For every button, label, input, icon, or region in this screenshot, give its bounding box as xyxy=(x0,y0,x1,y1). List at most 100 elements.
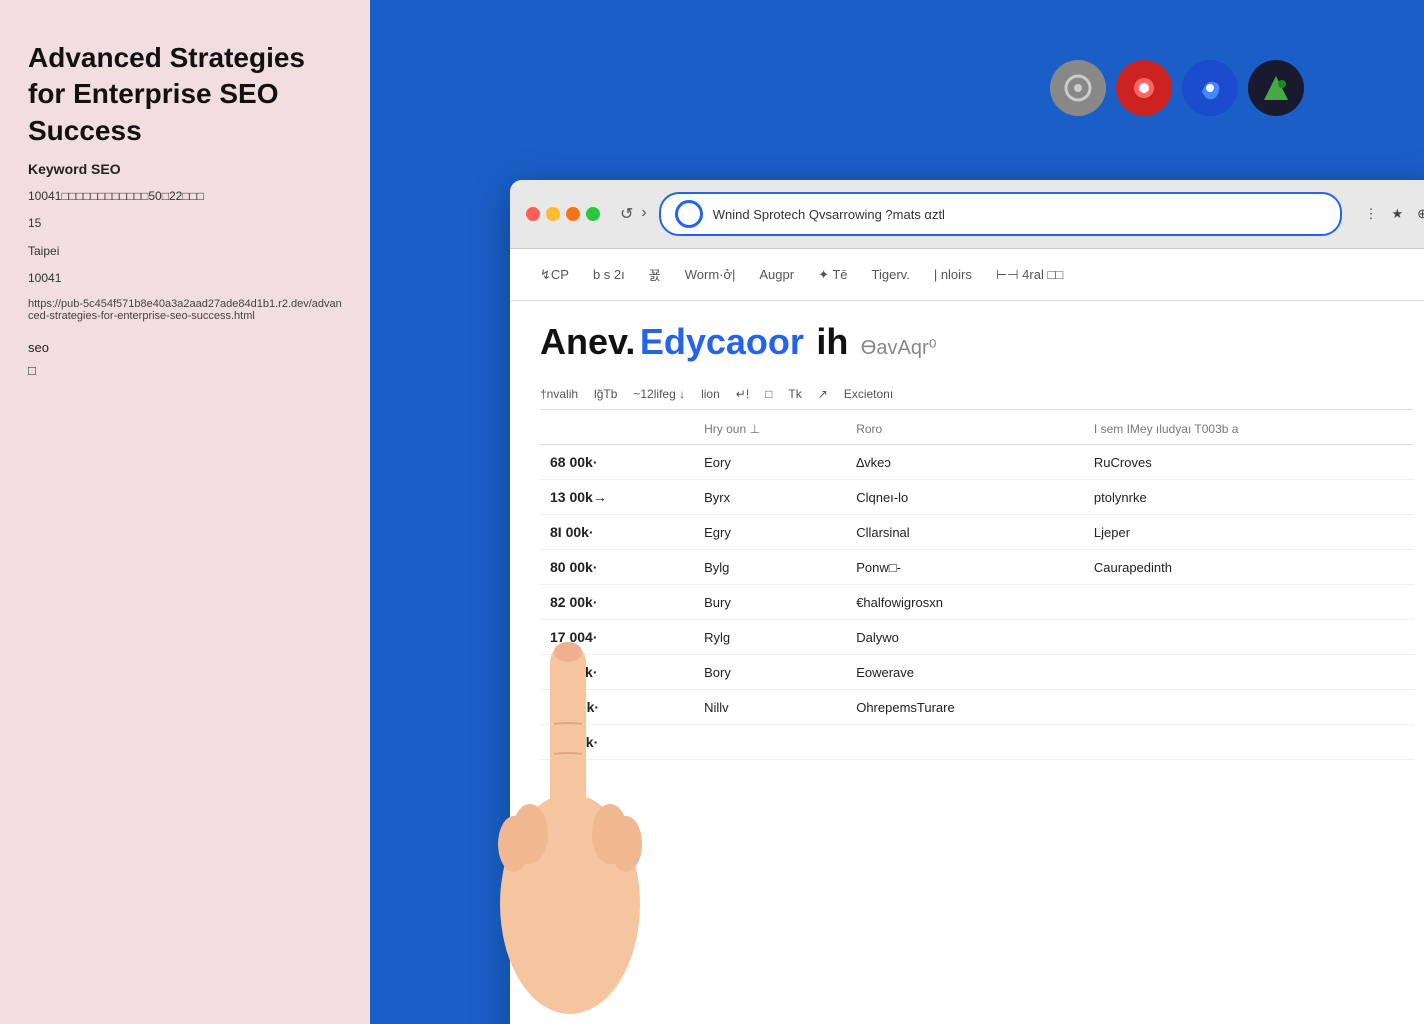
cell-col2-5: Rylg xyxy=(694,620,846,655)
toolbar-item-0[interactable]: ↯CP xyxy=(540,267,569,283)
toolbar-label-worm: Worm·ở| xyxy=(685,267,736,282)
cell-col3-7: OhrepemsTurare xyxy=(846,690,1084,725)
col-header-hry[interactable]: Hry oun ⊥ xyxy=(694,414,846,445)
cell-col3-1: Clqneı-lo xyxy=(846,480,1084,515)
cell-col4-4 xyxy=(1084,585,1414,620)
logo-3 xyxy=(1182,60,1238,116)
traffic-light-red[interactable] xyxy=(526,207,540,221)
page-heading-part1: Anev. xyxy=(540,321,635,362)
browser-chrome: ↺ › Wnind Sprotech Qvsarrowing ?mats αzt… xyxy=(510,180,1424,249)
cell-col3-6: Eowerave xyxy=(846,655,1084,690)
page-title-area: Anev. Edycaoor ih ƟavAqr⁰ xyxy=(540,321,1414,363)
address-bar[interactable]: Wnind Sprotech Qvsarrowing ?mats αztl xyxy=(659,192,1343,236)
cell-col2-3: Bylg xyxy=(694,550,846,585)
toolbar-item-1[interactable]: b s 2ı xyxy=(593,267,625,282)
nav-buttons: ↺ › xyxy=(620,204,647,224)
ctrl-tk[interactable]: Tk xyxy=(788,387,801,401)
cell-col4-7 xyxy=(1084,690,1414,725)
cell-col4-1: ptolynrke xyxy=(1084,480,1414,515)
cell-col3-0: ∆vkeɔ xyxy=(846,445,1084,480)
address-circle-icon xyxy=(675,200,703,228)
page-heading-part2: Edycaoor xyxy=(640,321,804,362)
col-header-isem[interactable]: I sem IMey ıludyaı T003b a xyxy=(1084,414,1414,445)
ctrl-arrow[interactable]: ↗ xyxy=(818,387,828,401)
cell-col2-4: Bury xyxy=(694,585,846,620)
left-panel: Advanced Strategies for Enterprise SEO S… xyxy=(0,0,370,1024)
table-controls: †nvalih lg̃Tb ~12lifeg ↓ lion ↵! □ Tk ↗ … xyxy=(540,379,1414,410)
toolbar-item-4ral[interactable]: ⊢⊣ 4ral □□ xyxy=(996,267,1063,283)
logo-2 xyxy=(1116,60,1172,116)
ctrl-lion[interactable]: lion xyxy=(701,387,720,401)
traffic-light-orange[interactable] xyxy=(566,207,580,221)
cell-col2-0: Eory xyxy=(694,445,846,480)
page-heading-connector: ih xyxy=(816,321,848,362)
toolbar-label-nloirs: | nloirs xyxy=(934,267,972,282)
address-text: Wnind Sprotech Qvsarrowing ?mats αztl xyxy=(713,207,1327,222)
cell-col4-3: Caurapedinth xyxy=(1084,550,1414,585)
nav-forward-button[interactable]: › xyxy=(641,204,646,224)
cell-col2-7: Nillv xyxy=(694,690,846,725)
toolbar-icon-2[interactable]: ★ xyxy=(1391,206,1403,222)
cell-col4-2: Ljeper xyxy=(1084,515,1414,550)
toolbar-label-4ral: ⊢⊣ 4ral □□ xyxy=(996,267,1063,283)
cell-col4-0: RuCroves xyxy=(1084,445,1414,480)
ctrl-enter[interactable]: ↵! xyxy=(736,387,749,401)
toolbar-icon-1[interactable]: ⋮ xyxy=(1364,206,1377,222)
tag-icon: □ xyxy=(28,363,342,378)
nav-back-button[interactable]: ↺ xyxy=(620,204,633,224)
traffic-lights xyxy=(526,207,600,221)
page-heading-sub: ƟavAqr⁰ xyxy=(861,337,937,359)
cell-col2-1: Byrx xyxy=(694,480,846,515)
cell-number-1: 13 00k→ xyxy=(540,480,694,515)
toolbar-item-2[interactable]: 꾨 xyxy=(649,265,661,284)
meta-number: 15 xyxy=(28,214,342,233)
cell-col2-6: Bory xyxy=(694,655,846,690)
toolbar-label-2: 꾨 xyxy=(649,265,661,284)
toolbar-label-1: b s 2ı xyxy=(593,267,625,282)
table-row: 13 00k→ByrxClqneı-loptolynrke xyxy=(540,480,1414,515)
toolbar-label-tigerv: Tigerv. xyxy=(872,267,910,282)
cell-col2-2: Egry xyxy=(694,515,846,550)
traffic-light-green[interactable] xyxy=(586,207,600,221)
cell-col2-8 xyxy=(694,725,846,760)
cell-col3-8 xyxy=(846,725,1084,760)
meta-code: 10041 xyxy=(28,269,342,288)
traffic-light-yellow[interactable] xyxy=(546,207,560,221)
ctrl-excietonı[interactable]: Excietonı xyxy=(844,387,893,401)
col-header-empty xyxy=(540,414,694,445)
cell-col4-6 xyxy=(1084,655,1414,690)
ctrl-box[interactable]: □ xyxy=(765,387,772,401)
logo-1 xyxy=(1050,60,1106,116)
right-panel: ↺ › Wnind Sprotech Qvsarrowing ?mats αzt… xyxy=(370,0,1424,1024)
toolbar-item-nloirs[interactable]: | nloirs xyxy=(934,267,972,282)
cell-col4-5 xyxy=(1084,620,1414,655)
ctrl-lgtb[interactable]: lg̃Tb xyxy=(594,387,617,401)
ctrl-12lifeg[interactable]: ~12lifeg ↓ xyxy=(633,387,685,401)
hand-image xyxy=(470,524,690,1024)
app-toolbar: ↯CP b s 2ı 꾨 Worm·ở| Augpr ✦ Tē xyxy=(510,249,1424,301)
tag-label: seo xyxy=(28,340,342,355)
cell-number-0: 68 00k· xyxy=(540,445,694,480)
toolbar-label-augpr: Augpr xyxy=(759,267,794,282)
cell-col3-2: Cllarsinal xyxy=(846,515,1084,550)
toolbar-item-augpr[interactable]: Augpr xyxy=(759,267,794,282)
toolbar-label-0: ↯CP xyxy=(540,267,569,283)
meta-id: 10041□□□□□□□□□□□□50□22□□□ xyxy=(28,187,342,206)
ctrl-invalih[interactable]: †nvalih xyxy=(540,387,578,401)
cell-col3-5: Dalywo xyxy=(846,620,1084,655)
cell-col3-3: Ponw□- xyxy=(846,550,1084,585)
subtitle: Keyword SEO xyxy=(28,161,342,177)
toolbar-item-te[interactable]: ✦ Tē xyxy=(818,267,847,283)
browser-logos xyxy=(1050,60,1304,116)
toolbar-item-tigerv[interactable]: Tigerv. xyxy=(872,267,910,282)
col-header-roro[interactable]: Roro xyxy=(846,414,1084,445)
logo-4 xyxy=(1248,60,1304,116)
cell-col4-8 xyxy=(1084,725,1414,760)
toolbar-icon-3[interactable]: ⊕ xyxy=(1417,206,1424,222)
toolbar-item-worm[interactable]: Worm·ở| xyxy=(685,267,736,282)
browser-toolbar-icons: ⋮ ★ ⊕ xyxy=(1364,206,1424,222)
table-row: 68 00k·Eory∆vkeɔRuCroves xyxy=(540,445,1414,480)
page-title: Advanced Strategies for Enterprise SEO S… xyxy=(28,40,342,149)
cell-col3-4: €halfowigrosxn xyxy=(846,585,1084,620)
meta-city: Taipei xyxy=(28,242,342,261)
